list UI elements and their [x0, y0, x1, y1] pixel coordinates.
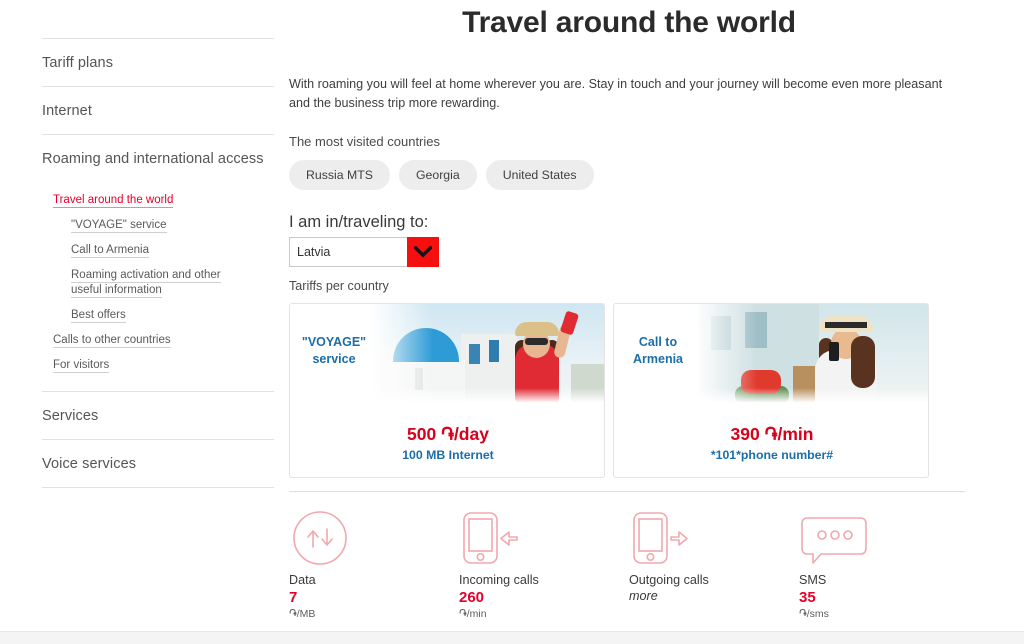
sidebar-item-internet[interactable]: Internet: [42, 87, 274, 135]
feature-name: Outgoing calls: [629, 572, 709, 587]
feature-incoming-calls: Incoming calls 260 ֏/min: [459, 509, 629, 621]
feature-unit: ֏/sms: [799, 607, 829, 620]
sidebar-item-roaming[interactable]: Roaming and international access: [42, 135, 274, 182]
sidebar-subitem-call-to-armenia[interactable]: Call to Armenia: [71, 243, 274, 259]
main-content: Travel around the world With roaming you…: [289, 0, 969, 644]
tariff-card-voyage[interactable]: "VOYAGE" service 500 ֏/day 100 MB Intern…: [289, 302, 605, 478]
sidebar-subitem-voyage-service[interactable]: "VOYAGE" service: [71, 218, 274, 234]
feature-sms: SMS 35 ֏/sms: [799, 509, 969, 621]
chip-georgia[interactable]: Georgia: [398, 159, 477, 190]
card-price-call-to-armenia: 390 ֏/min: [730, 423, 814, 444]
data-transfer-icon: [289, 509, 459, 567]
intro-paragraph: With roaming you will feel at home where…: [289, 77, 943, 110]
feature-value: 35: [799, 588, 816, 606]
tariff-card-call-to-armenia[interactable]: Call to Armenia 390 ֏/min *101*phone num…: [613, 302, 929, 478]
sidebar-subitem-label: Calls to other countries: [53, 334, 171, 349]
incoming-call-icon: [459, 509, 629, 567]
sidebar-item-voice-services[interactable]: Voice services: [42, 440, 274, 488]
sidebar-item-services[interactable]: Services: [42, 392, 274, 440]
feature-name: Incoming calls: [459, 572, 539, 587]
tariffs-per-country-label: Tariffs per country: [289, 278, 389, 293]
feature-data: Data 7 ֏/MB: [289, 509, 459, 621]
sidebar-subitem-label: Best offers: [71, 309, 126, 324]
most-visited-label: The most visited countries: [289, 133, 441, 149]
feature-outgoing-calls: Outgoing calls more: [629, 509, 799, 621]
sidebar-subitem-label: "VOYAGE" service: [71, 218, 167, 233]
sidebar-subnav: Travel around the world "VOYAGE" service…: [42, 182, 274, 392]
tariff-cards: "VOYAGE" service 500 ֏/day 100 MB Intern…: [289, 302, 969, 478]
sidebar-subitem-calls-to-other-countries[interactable]: Calls to other countries: [53, 333, 274, 349]
card-label-line2: service: [312, 351, 356, 366]
features-divider-top: [289, 490, 965, 492]
roaming-page: Tariff plans Internet Roaming and intern…: [0, 0, 1024, 644]
chevron-down-icon: [414, 245, 432, 258]
sidebar-subitem-best-offers[interactable]: Best offers: [71, 308, 274, 324]
card-label-line2: Armenia: [632, 351, 684, 366]
sidebar-subitem-for-visitors[interactable]: For visitors: [53, 358, 274, 374]
page-title: Travel around the world: [462, 6, 796, 39]
footer-band: [0, 631, 1024, 644]
most-visited-chips: Russia MTS Georgia United States: [289, 159, 969, 190]
sms-bubble-icon: [799, 509, 969, 567]
card-label-call-to-armenia: Call to Armenia: [614, 334, 702, 368]
feature-name: SMS: [799, 572, 827, 587]
call-to-armenia-photo: [689, 303, 928, 404]
sidebar-nav: Tariff plans Internet Roaming and intern…: [42, 38, 274, 488]
card-label-line1: Call to: [638, 334, 678, 349]
sidebar-subitem-label: Call to Armenia: [71, 243, 149, 258]
sidebar-subitem-label: Travel around the world: [53, 194, 174, 208]
sidebar-subitem-roaming-activation[interactable]: Roaming activation and other useful info…: [71, 268, 247, 300]
card-sub-voyage: 100 MB Internet: [402, 447, 494, 462]
feature-value: 7: [289, 588, 298, 606]
feature-unit: ֏/MB: [289, 607, 316, 620]
sidebar-subitem-travel-around-the-world[interactable]: Travel around the world: [53, 193, 274, 209]
chip-united-states[interactable]: United States: [485, 159, 594, 190]
sidebar-subitem-label: Roaming activation and other useful info…: [71, 268, 221, 299]
card-label-line1: "VOYAGE": [301, 334, 367, 349]
country-selector[interactable]: Latvia: [289, 236, 439, 267]
feature-unit: ֏/min: [459, 607, 487, 620]
card-price-voyage: 500 ֏/day: [407, 423, 489, 444]
feature-value: 260: [459, 588, 485, 606]
sidebar-subitem-label: For visitors: [53, 359, 110, 374]
sidebar-item-tariff-plans[interactable]: Tariff plans: [42, 39, 274, 87]
feature-list: Data 7 ֏/MB Incoming calls 260 ֏/min Out…: [289, 509, 969, 621]
outgoing-call-icon: [629, 509, 799, 567]
feature-value[interactable]: more: [629, 589, 799, 603]
card-sub-call-to-armenia: *101*phone number#: [710, 447, 834, 462]
country-selector-label: I am in/traveling to:: [289, 212, 429, 231]
country-select-toggle[interactable]: [407, 236, 439, 267]
country-select-value[interactable]: Latvia: [289, 236, 407, 267]
feature-name: Data: [289, 572, 316, 587]
voyage-photo: [365, 303, 604, 404]
chip-russia-mts[interactable]: Russia MTS: [289, 159, 390, 190]
card-label-voyage: "VOYAGE" service: [290, 334, 378, 368]
